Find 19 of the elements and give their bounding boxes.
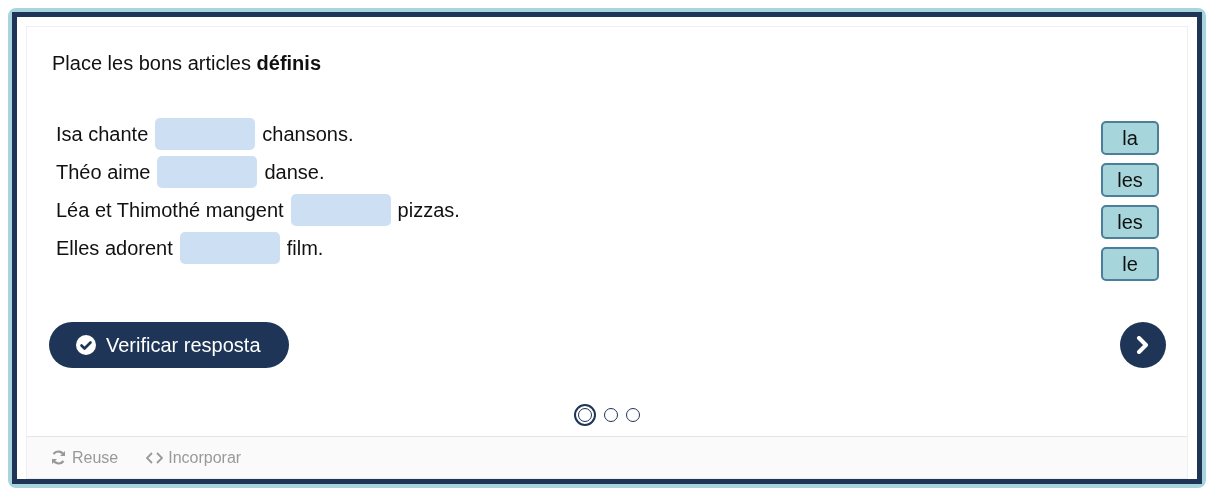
- check-circle-icon: [76, 335, 96, 355]
- refresh-icon: [50, 449, 67, 466]
- draggable-word[interactable]: le: [1101, 247, 1159, 281]
- sentence-text: Isa chante: [56, 122, 149, 147]
- draggable-word[interactable]: la: [1101, 121, 1159, 155]
- sentence-text: Théo aime: [56, 160, 151, 185]
- task-title: Place les bons articles définis: [52, 52, 321, 74]
- sentence-text: film.: [286, 236, 324, 261]
- check-answer-button[interactable]: Verificar resposta: [49, 322, 289, 368]
- draggable-word[interactable]: les: [1101, 205, 1159, 239]
- code-icon: [146, 451, 164, 464]
- sentence-text: Léa et Thimothé mangent: [56, 198, 284, 223]
- sentence-text: Elles adorent: [56, 236, 173, 261]
- draggable-word[interactable]: les: [1101, 163, 1159, 197]
- sentence-text: danse.: [264, 160, 325, 185]
- next-button[interactable]: [1120, 322, 1166, 368]
- sentence-text: chansons.: [262, 122, 354, 147]
- chevron-right-icon: [1136, 336, 1150, 354]
- sentence-text: pizzas.: [397, 198, 460, 223]
